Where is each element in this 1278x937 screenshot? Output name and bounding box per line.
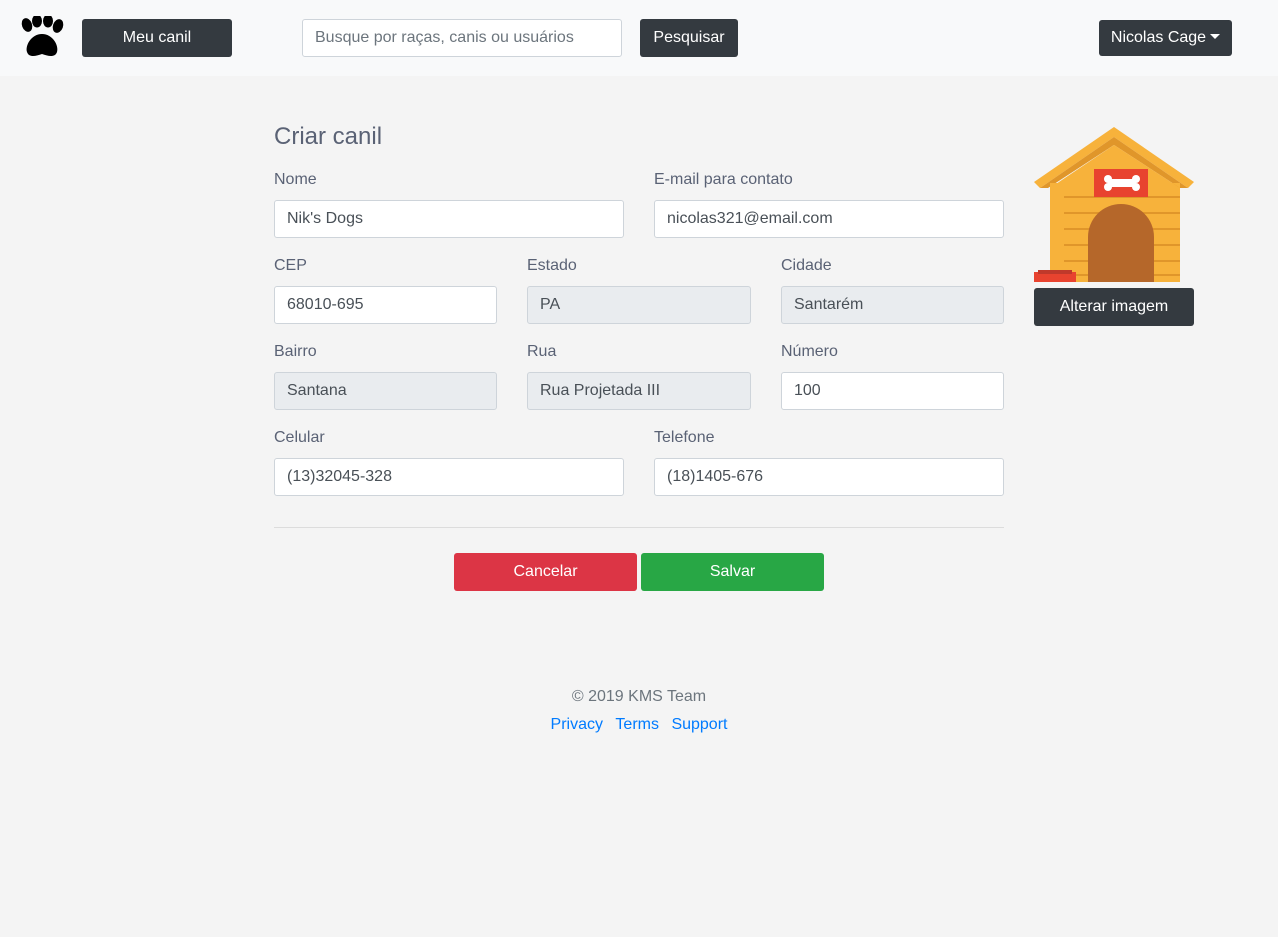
celular-input[interactable]: [274, 458, 624, 496]
numero-label: Número: [781, 343, 838, 360]
terms-link[interactable]: Terms: [615, 716, 659, 733]
bairro-input: [274, 372, 497, 410]
copyright-text: © 2019 KMS Team: [571, 688, 707, 705]
rua-input: [527, 372, 751, 410]
bairro-label: Bairro: [274, 343, 317, 360]
cep-input[interactable]: [274, 286, 497, 324]
telefone-label: Telefone: [654, 429, 715, 446]
telefone-input[interactable]: [654, 458, 1004, 496]
cidade-label: Cidade: [781, 257, 832, 274]
caret-down-icon: [1210, 33, 1221, 39]
cep-label: CEP: [274, 257, 307, 274]
cancel-button[interactable]: Cancelar: [454, 553, 637, 591]
search-button[interactable]: Pesquisar: [640, 19, 738, 57]
cidade-input: [781, 286, 1004, 324]
estado-input: [527, 286, 751, 324]
change-image-button[interactable]: Alterar imagem: [1034, 288, 1194, 326]
footer-links: Privacy Terms Support: [0, 716, 1278, 734]
rua-label: Rua: [527, 343, 557, 360]
email-label: E-mail para contato: [654, 171, 793, 188]
form-divider: [274, 527, 1004, 528]
doghouse-icon: [1034, 127, 1194, 282]
page-title: Criar canil: [274, 123, 383, 150]
top-navbar: Meu canil Pesquisar Nicolas Cage: [0, 0, 1278, 76]
privacy-link[interactable]: Privacy: [551, 716, 603, 733]
support-link[interactable]: Support: [671, 716, 727, 733]
paw-icon[interactable]: [16, 16, 66, 60]
search-input[interactable]: [302, 19, 622, 57]
celular-label: Celular: [274, 429, 325, 446]
nome-label: Nome: [274, 171, 317, 188]
my-kennel-button[interactable]: Meu canil: [82, 19, 232, 57]
nome-input[interactable]: [274, 200, 624, 238]
user-name-label: Nicolas Cage: [1110, 29, 1207, 46]
user-menu-dropdown[interactable]: Nicolas Cage: [1099, 20, 1232, 56]
estado-label: Estado: [527, 257, 577, 274]
email-input[interactable]: [654, 200, 1004, 238]
save-button[interactable]: Salvar: [641, 553, 824, 591]
numero-input[interactable]: [781, 372, 1004, 410]
